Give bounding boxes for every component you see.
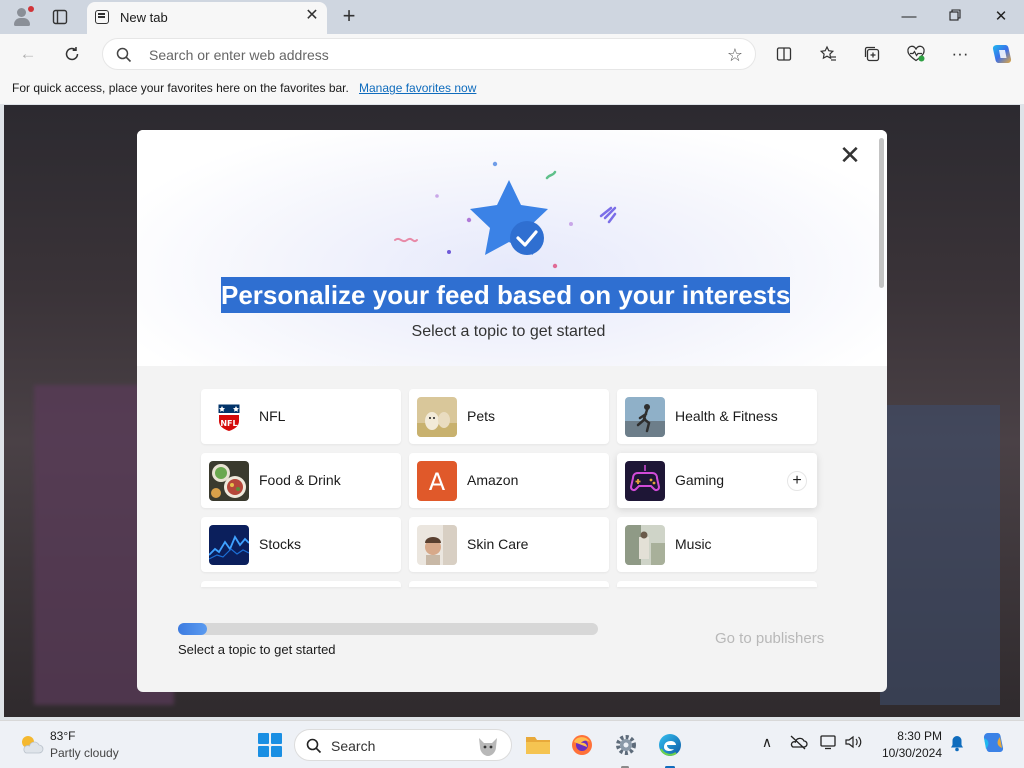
refresh-button[interactable] [58,40,86,68]
food-drink-thumbnail-icon [209,461,249,501]
personalize-feed-dialog: ✕ Personalize your feed based on your in… [137,130,887,692]
clock-time[interactable]: 8:30 PM [880,729,942,743]
topic-label: Amazon [467,472,519,488]
topic-card-skin-care[interactable]: Skin Care [409,517,609,572]
taskbar-search-box[interactable]: Search [294,729,512,761]
notification-bell-icon[interactable] [946,734,968,756]
progress-label: Select a topic to get started [178,642,336,657]
topic-card-music[interactable]: Music [617,517,817,572]
topic-card-partial[interactable] [201,581,401,587]
nfl-logo-icon: NFL [209,397,249,437]
topic-label: Health & Fitness [675,408,778,424]
clock-date[interactable]: 10/30/2024 [870,746,942,760]
selection-progress-bar [178,623,598,635]
more-options-icon[interactable]: ··· [946,40,974,68]
new-tab-button[interactable]: + [336,4,362,30]
partly-cloudy-icon[interactable] [18,733,44,755]
topic-label: Skin Care [467,536,529,552]
star-checkmark-illustration [394,161,617,269]
settings-gear-icon[interactable] [610,729,642,761]
add-favorite-star-icon[interactable]: ☆ [727,45,743,66]
network-icon[interactable] [818,734,840,756]
weather-temperature[interactable]: 83°F [50,729,75,743]
show-hidden-icons-chevron-icon[interactable]: ∧ [756,734,778,756]
manage-favorites-link[interactable]: Manage favorites now [359,81,476,95]
close-window-button[interactable]: ✕ [978,2,1024,32]
new-tab-page-icon [95,10,109,24]
topic-label: Music [675,536,712,552]
dialog-subtitle: Select a topic to get started [411,323,606,340]
split-screen-icon[interactable] [770,40,798,68]
address-bar[interactable]: ☆ [102,38,756,70]
edge-browser-icon[interactable] [654,729,686,761]
topic-card-health-fitness[interactable]: Health & Fitness [617,389,817,444]
browser-toolbar: ← ☆ ··· [0,34,1024,74]
selection-progress-fill [178,623,208,635]
music-thumbnail-icon [625,525,665,565]
windows-start-icon[interactable] [258,733,282,757]
topic-label: Stocks [259,536,302,552]
windows-taskbar: 83°F Partly cloudy Search ∧ 8:30 PM 10/3… [0,720,1024,768]
dialog-title: Personalize your feed based on your inte… [221,277,791,313]
add-topic-plus-icon[interactable]: + [787,471,807,491]
search-icon [116,47,132,63]
favorites-bar-message: For quick access, place your favorites h… [12,81,349,95]
topic-label: NFL [259,408,286,424]
tab-title: New tab [120,10,168,25]
browser-essentials-icon[interactable] [902,40,930,68]
volume-icon[interactable] [843,734,865,756]
taskbar-search-label: Search [331,738,376,754]
amazon-a-logo-icon: A [417,461,457,501]
minimize-button[interactable]: — [886,2,932,32]
stocks-thumbnail-icon [209,525,249,565]
search-icon [306,738,322,754]
topic-card-gaming[interactable]: Gaming + [617,453,817,508]
restore-button[interactable] [932,2,978,32]
health-fitness-thumbnail-icon [625,397,665,437]
profile-icon[interactable] [8,5,36,29]
favorites-bar: For quick access, place your favorites h… [0,74,1024,104]
weather-condition[interactable]: Partly cloudy [50,746,119,760]
topic-card-food-drink[interactable]: Food & Drink [201,453,401,508]
title-bar: New tab ✕ + — ✕ [0,0,1024,34]
file-explorer-icon[interactable] [522,729,554,761]
go-to-publishers-button[interactable]: Go to publishers [715,630,824,647]
tab-new-tab[interactable]: New tab ✕ [87,2,327,34]
topic-card-pets[interactable]: Pets [409,389,609,444]
topic-card-nfl[interactable]: NFL NFL [201,389,401,444]
topic-card-partial[interactable] [617,581,817,587]
favorites-icon[interactable] [814,40,842,68]
topic-label: Gaming [675,472,725,488]
onedrive-offline-icon[interactable] [787,734,809,756]
dialog-scrollbar[interactable] [879,138,884,288]
copilot-taskbar-icon[interactable] [980,730,1006,756]
close-dialog-icon[interactable]: ✕ [837,142,863,168]
back-button[interactable]: ← [14,40,42,68]
topic-card-partial[interactable] [409,581,609,587]
svg-text:A: A [429,468,446,496]
copilot-icon[interactable] [988,40,1016,68]
address-input[interactable] [149,45,709,65]
svg-text:NFL: NFL [220,419,237,428]
topic-label: Food & Drink [259,472,341,488]
tab-actions-icon[interactable] [46,5,74,29]
skin-care-thumbnail-icon [417,525,457,565]
close-tab-icon[interactable]: ✕ [303,7,321,25]
collections-icon[interactable] [858,40,886,68]
pets-thumbnail-icon [417,397,457,437]
topic-label: Pets [467,408,496,424]
topic-card-amazon[interactable]: A Amazon [409,453,609,508]
firefox-icon[interactable] [566,729,598,761]
gaming-thumbnail-icon [625,461,665,501]
topic-card-stocks[interactable]: Stocks [201,517,401,572]
search-highlight-icon [479,738,497,756]
